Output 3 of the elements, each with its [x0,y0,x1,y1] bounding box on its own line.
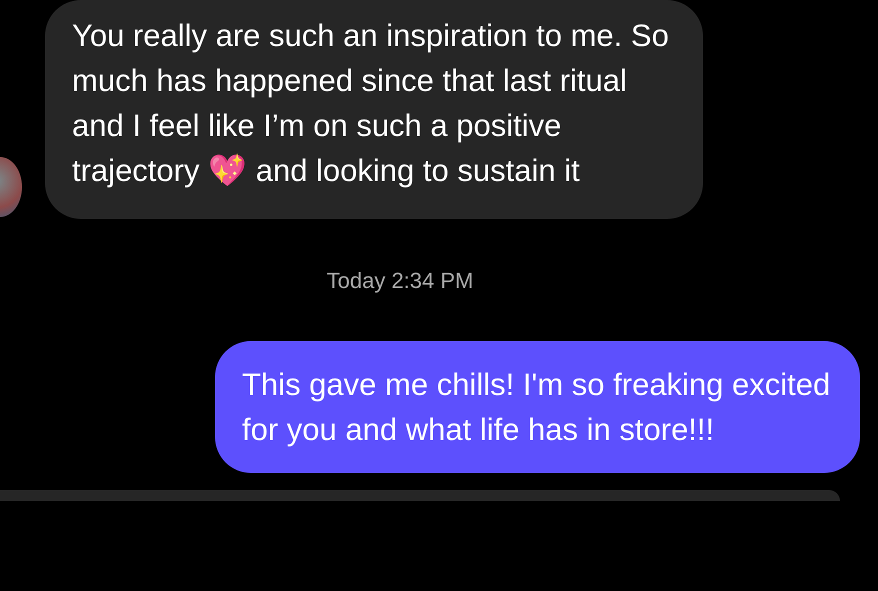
message-bubble: This gave me chills! I'm so freaking excited for you and what life has in store!!! [215,341,860,473]
message-bubble: You really are such an inspiration to me. So much has happened since that last ritual and I feel like I’m on such a positive trajectory 💖 and looking to sustain it [45,0,703,219]
message-timestamp: Today 2:34 PM [326,267,474,295]
